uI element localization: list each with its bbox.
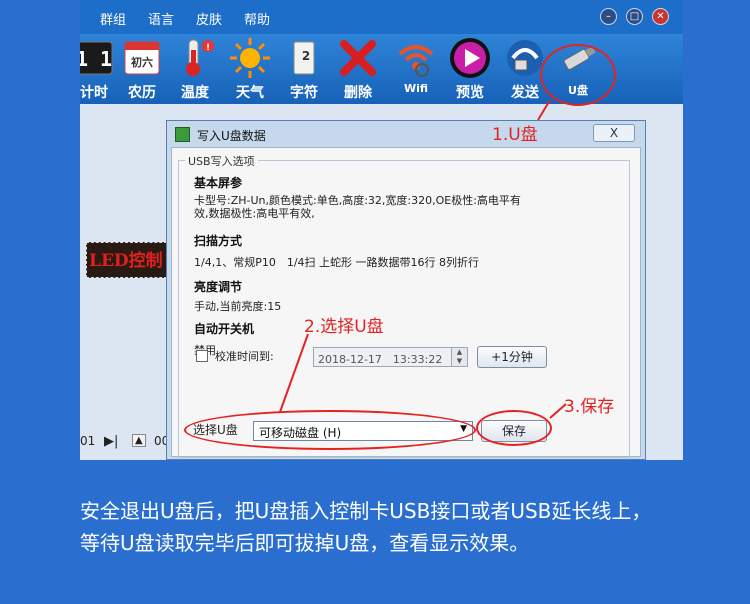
software-screenshot: 群组 语言 皮肤 帮助 – □ ✕ 1 1 计时 初六 农历 ! 温度 天气 2… [80,0,683,460]
caption-line-1: 安全退出U盘后，把U盘插入控制卡USB接口或者USB延长线上， [80,499,652,523]
caption-line-2: 等待U盘读取完毕后即可拔掉U盘，查看显示效果。 [80,531,530,555]
instruction-caption: 安全退出U盘后，把U盘插入控制卡USB接口或者USB延长线上， 等待U盘读取完毕… [80,495,720,559]
annotation-lines [279,99,567,419]
